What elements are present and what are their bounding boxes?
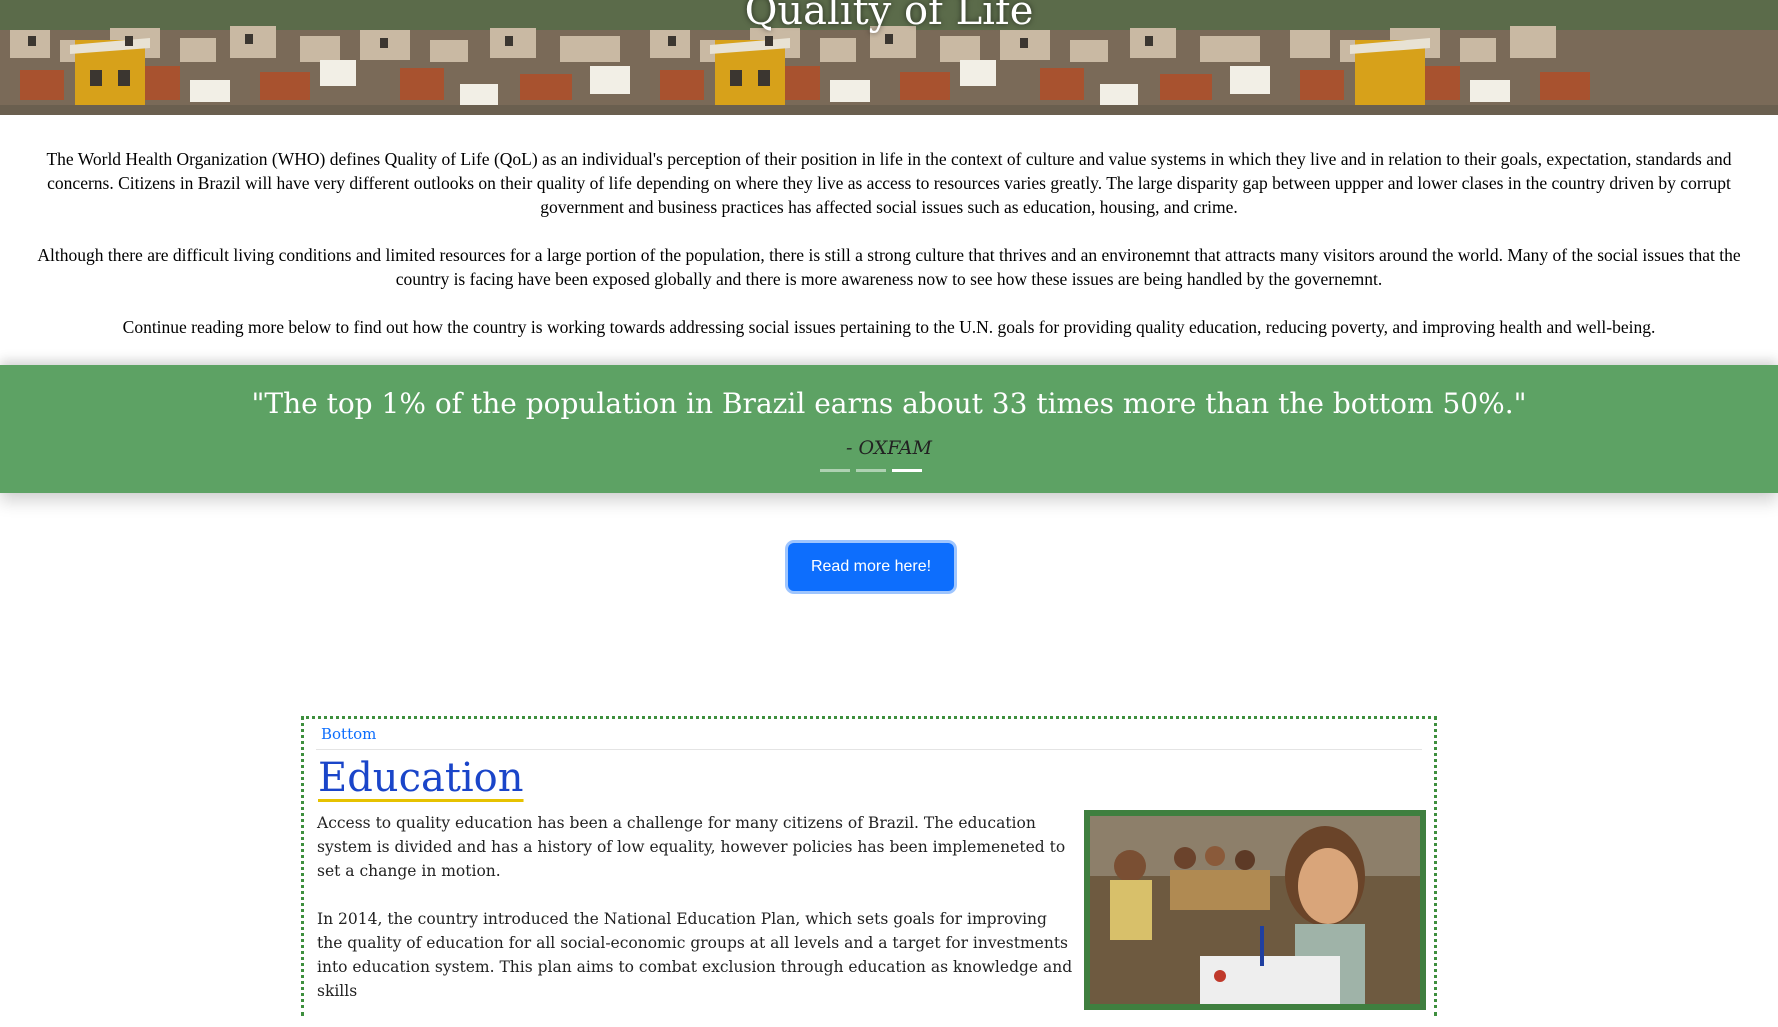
- carousel-author: - OXFAM: [846, 437, 932, 459]
- education-card: Bottom Education Access to quality educa…: [301, 716, 1437, 1016]
- header-banner: Quality of Life: [0, 0, 1778, 115]
- education-paragraph: In 2014, the country introduced the Nati…: [317, 910, 1073, 1000]
- bottom-link[interactable]: Bottom: [321, 725, 376, 743]
- intro-paragraph: Continue reading more below to find out …: [122, 317, 1656, 337]
- page-title: Quality of Life: [744, 0, 1034, 34]
- carousel-indicator-2[interactable]: [856, 469, 886, 472]
- intro-paragraph: Although there are difficult living cond…: [37, 245, 1741, 289]
- carousel-indicator-3[interactable]: [892, 469, 922, 472]
- education-body: Access to quality education has been a c…: [317, 811, 1074, 1027]
- education-paragraph: Access to quality education has been a c…: [317, 814, 1066, 880]
- divider: [316, 749, 1422, 750]
- classroom-children-image: [1090, 816, 1420, 1004]
- classroom-photo: [1084, 810, 1426, 1010]
- education-heading[interactable]: Education: [318, 755, 524, 801]
- quote-carousel[interactable]: "The top 1% of the population in Brazil …: [0, 365, 1778, 493]
- intro-paragraph: The World Health Organization (WHO) defi…: [46, 149, 1732, 217]
- intro-section: The World Health Organization (WHO) defi…: [0, 115, 1778, 339]
- carousel-quote: "The top 1% of the population in Brazil …: [251, 387, 1527, 420]
- read-more-button[interactable]: Read more here!: [788, 543, 954, 591]
- carousel-indicator-1[interactable]: [820, 469, 850, 472]
